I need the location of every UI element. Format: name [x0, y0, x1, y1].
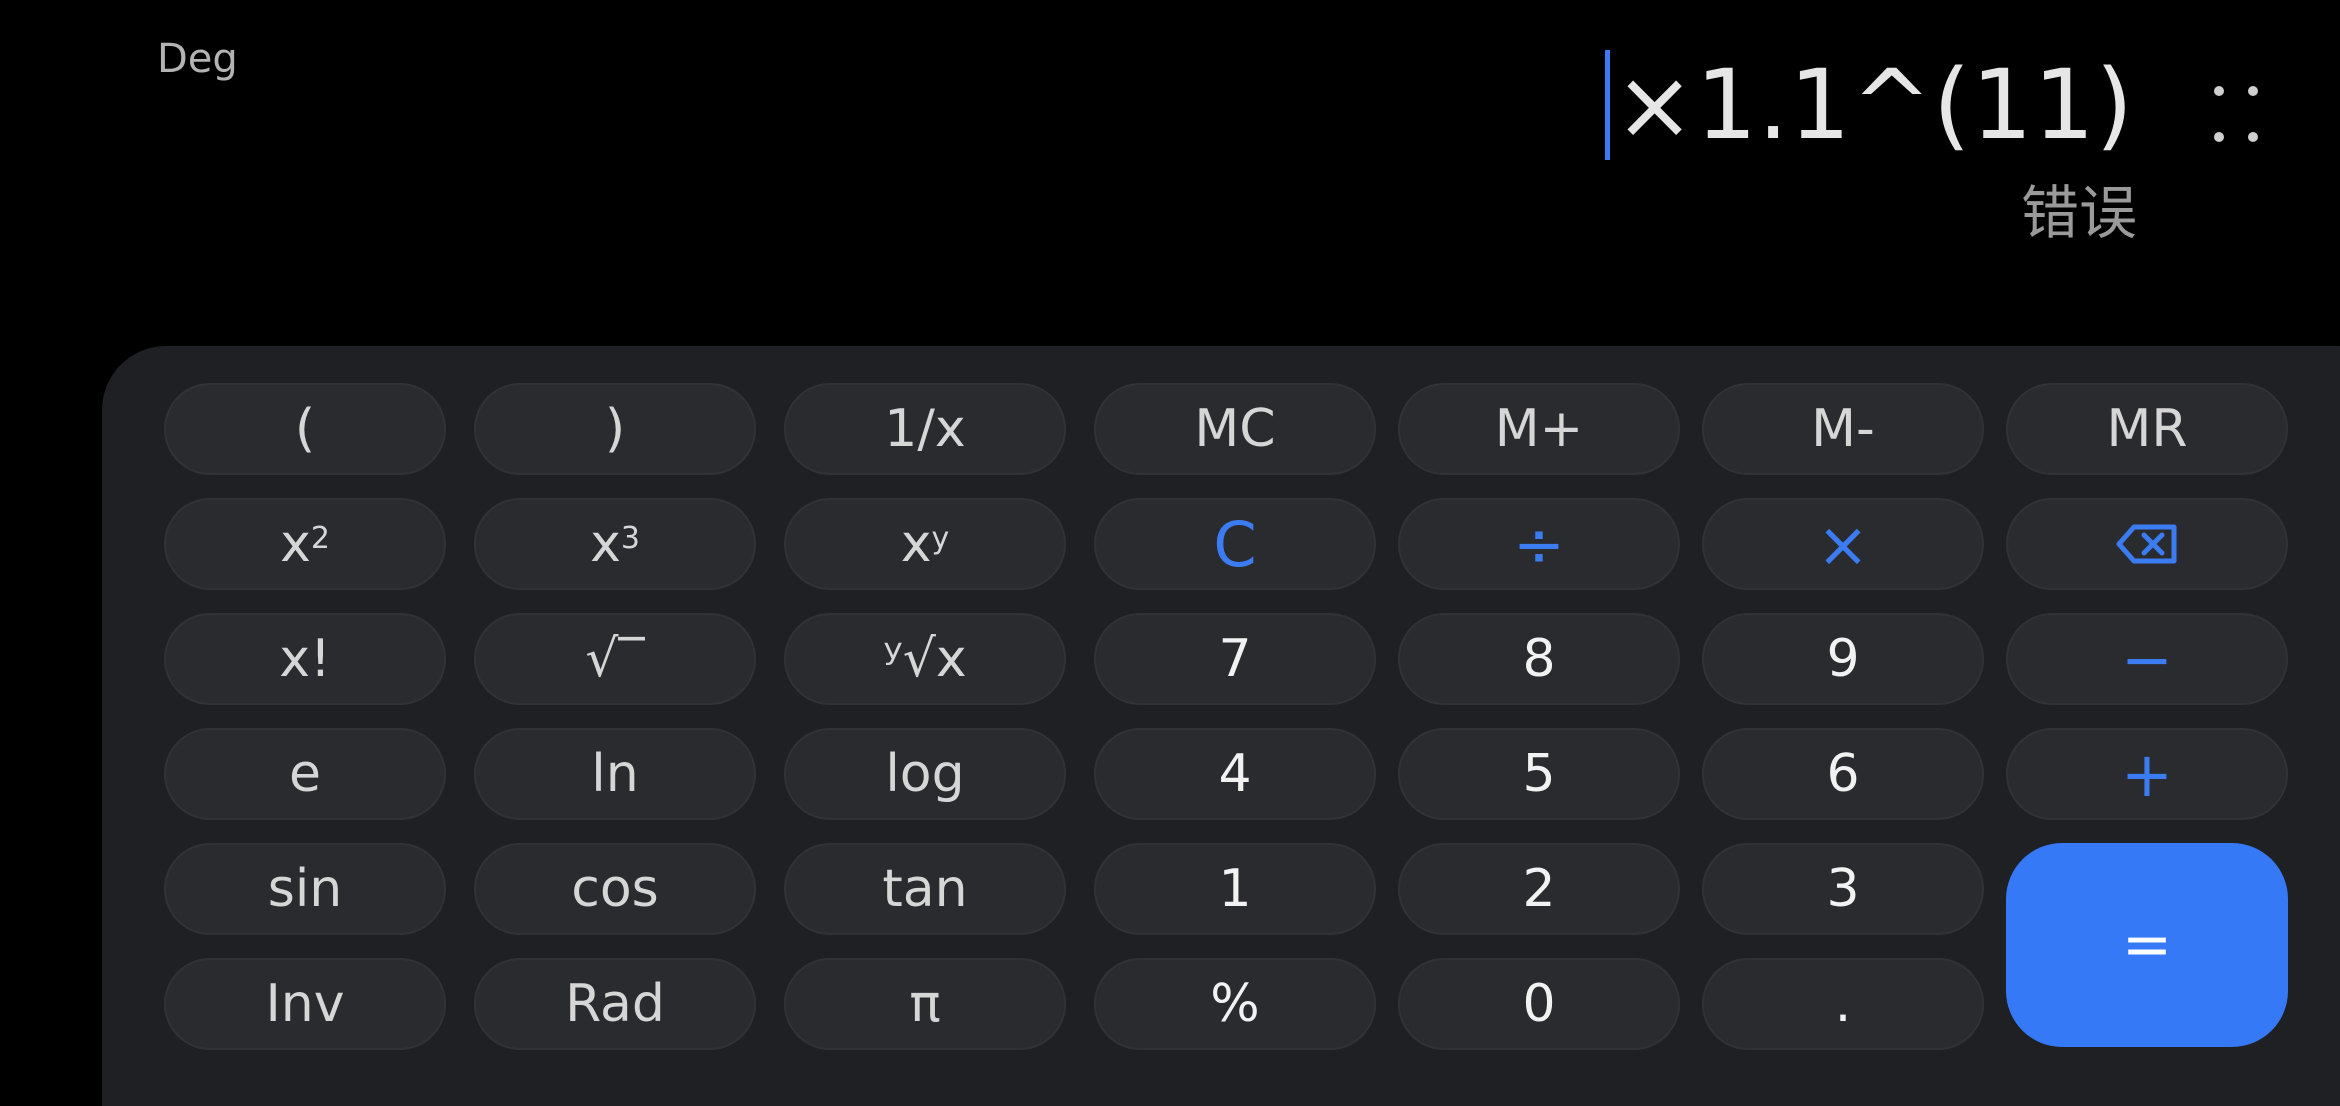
add-key[interactable]: + [2006, 728, 2288, 820]
close-paren-key[interactable]: ) [474, 383, 756, 475]
digit-9-key[interactable]: 9 [1702, 613, 1984, 705]
digit-1-key[interactable]: 1 [1094, 843, 1376, 935]
backspace-key[interactable] [2006, 498, 2288, 590]
expression-area[interactable]: ×1.1^(11) [1605, 50, 2134, 160]
text-cursor [1605, 50, 1611, 160]
power-key-exp: y [931, 520, 950, 556]
keypad: ( ) 1/x MC M+ M- MR x2 x3 xy C ÷ × x! √‾… [102, 346, 2340, 1106]
result-display: 错误 [2020, 179, 2137, 247]
cube-key[interactable]: x3 [474, 498, 756, 590]
power-key-base: x [900, 514, 932, 574]
inverse-key[interactable]: Inv [164, 958, 446, 1050]
factorial-key[interactable]: x! [164, 613, 446, 705]
cube-key-base: x [590, 514, 621, 574]
equals-key[interactable]: = [2006, 843, 2288, 1047]
backspace-icon [2116, 524, 2177, 564]
power-key[interactable]: xy [784, 498, 1066, 590]
digit-2-key[interactable]: 2 [1398, 843, 1680, 935]
drag-dots-icon[interactable] [2214, 86, 2264, 146]
pi-key[interactable]: π [784, 958, 1066, 1050]
digit-5-key[interactable]: 5 [1398, 728, 1680, 820]
digit-8-key[interactable]: 8 [1398, 613, 1680, 705]
square-key-exp: 2 [310, 520, 330, 556]
expression-display[interactable]: ×1.1^(11) [1614, 57, 2134, 153]
natural-log-key[interactable]: ln [474, 728, 756, 820]
clear-key[interactable]: C [1094, 498, 1376, 590]
tangent-key[interactable]: tan [784, 843, 1066, 935]
euler-key[interactable]: e [164, 728, 446, 820]
memory-subtract-key[interactable]: M- [1702, 383, 1984, 475]
reciprocal-key[interactable]: 1/x [784, 383, 1066, 475]
memory-clear-key[interactable]: MC [1094, 383, 1376, 475]
divide-key[interactable]: ÷ [1398, 498, 1680, 590]
multiply-key[interactable]: × [1702, 498, 1984, 590]
cube-key-exp: 3 [620, 520, 640, 556]
nth-root-key[interactable]: ʸ√x [784, 613, 1066, 705]
digit-4-key[interactable]: 4 [1094, 728, 1376, 820]
sine-key[interactable]: sin [164, 843, 446, 935]
square-key-base: x [280, 514, 311, 574]
memory-add-key[interactable]: M+ [1398, 383, 1680, 475]
square-root-key[interactable]: √‾ [474, 613, 756, 705]
log-key[interactable]: log [784, 728, 1066, 820]
memory-recall-key[interactable]: MR [2006, 383, 2288, 475]
subtract-key[interactable]: − [2006, 613, 2288, 705]
radian-key[interactable]: Rad [474, 958, 756, 1050]
open-paren-key[interactable]: ( [164, 383, 446, 475]
decimal-point-key[interactable]: . [1702, 958, 1984, 1050]
digit-3-key[interactable]: 3 [1702, 843, 1984, 935]
digit-0-key[interactable]: 0 [1398, 958, 1680, 1050]
digit-6-key[interactable]: 6 [1702, 728, 1984, 820]
square-key[interactable]: x2 [164, 498, 446, 590]
angle-mode-label: Deg [157, 36, 238, 82]
digit-7-key[interactable]: 7 [1094, 613, 1376, 705]
percent-key[interactable]: % [1094, 958, 1376, 1050]
cosine-key[interactable]: cos [474, 843, 756, 935]
